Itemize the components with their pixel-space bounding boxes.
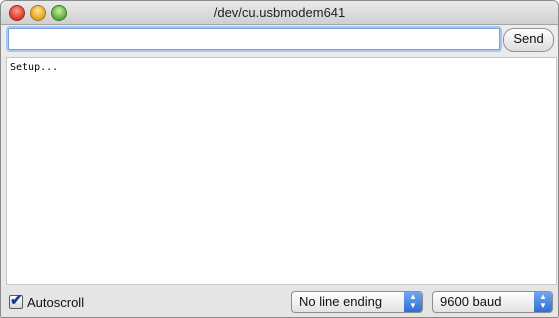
- line-ending-value: No line ending: [299, 294, 383, 309]
- bottom-bar: ✔ Autoscroll No line ending ▲ ▼ 9600 baud…: [1, 286, 558, 317]
- autoscroll-checkbox[interactable]: ✔: [9, 292, 23, 309]
- serial-monitor-window: /dev/cu.usbmodem641 Send Setup... ✔ Auto…: [0, 0, 559, 318]
- serial-output-text: Setup...: [10, 62, 59, 73]
- title-bar[interactable]: /dev/cu.usbmodem641: [1, 1, 558, 25]
- autoscroll-label: Autoscroll: [27, 294, 85, 310]
- checkmark-icon: ✔: [10, 292, 23, 309]
- serial-output-pane[interactable]: Setup...: [6, 57, 557, 285]
- autoscroll-toggle[interactable]: ✔ Autoscroll: [9, 292, 85, 310]
- baud-rate-select[interactable]: 9600 baud ▲ ▼: [432, 291, 553, 313]
- line-ending-select[interactable]: No line ending ▲ ▼: [291, 291, 423, 313]
- send-button[interactable]: Send: [503, 28, 554, 52]
- updown-arrows-icon: ▲ ▼: [534, 292, 552, 312]
- input-row: Send: [1, 25, 558, 56]
- baud-rate-value: 9600 baud: [440, 294, 502, 309]
- serial-input[interactable]: [8, 28, 500, 50]
- window-title: /dev/cu.usbmodem641: [213, 5, 346, 20]
- updown-arrows-icon: ▲ ▼: [404, 292, 422, 312]
